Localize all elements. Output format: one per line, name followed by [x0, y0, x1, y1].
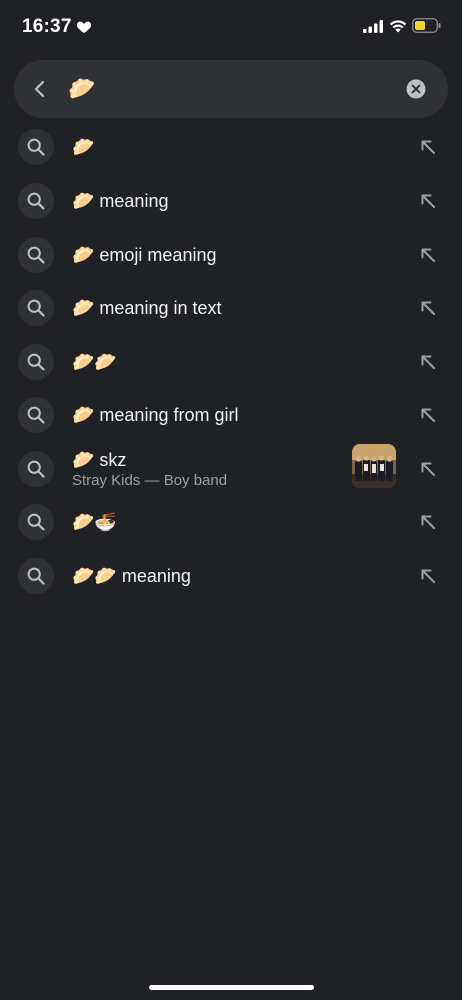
suggestion-subtitle: Stray Kids — Boy band	[72, 472, 228, 489]
arrow-up-left-icon[interactable]	[418, 298, 438, 318]
suggestion-item[interactable]: 🥟🥟 meaning	[0, 558, 462, 612]
heart-icon	[76, 21, 92, 33]
arrow-up-left-icon[interactable]	[418, 191, 438, 211]
arrow-up-left-icon[interactable]	[418, 352, 438, 372]
suggestion-text: 🥟 skz	[72, 450, 127, 470]
search-input[interactable]: 🥟	[68, 75, 95, 103]
suggestion-item[interactable]: 🥟 emoji meaning	[0, 237, 462, 291]
cellular-signal-icon	[363, 20, 383, 33]
battery-icon	[412, 18, 441, 33]
suggestion-text: 🥟🍜	[72, 512, 117, 532]
thumbnail-image	[352, 444, 396, 488]
arrow-up-left-icon[interactable]	[418, 245, 438, 265]
suggestion-text: 🥟 meaning from girl	[72, 405, 239, 425]
search-icon	[18, 183, 54, 219]
suggestion-text: 🥟🥟 meaning	[72, 566, 191, 586]
arrow-up-left-icon[interactable]	[418, 566, 438, 586]
suggestion-text: 🥟	[72, 137, 95, 157]
suggestion-item[interactable]: 🥟 meaning	[0, 183, 462, 237]
status-time: 16:37	[22, 16, 72, 37]
search-icon	[18, 344, 54, 380]
suggestion-item[interactable]: 🥟 meaning from girl	[0, 397, 462, 451]
wifi-icon	[389, 20, 407, 33]
status-bar: 16:37	[0, 0, 462, 56]
search-icon	[18, 129, 54, 165]
suggestion-item[interactable]: 🥟 skz Stray Kids — Boy band	[0, 444, 462, 505]
clear-circle-icon[interactable]	[406, 79, 426, 99]
search-icon	[18, 397, 54, 433]
suggestion-text: 🥟 meaning in text	[72, 298, 222, 318]
arrow-up-left-icon[interactable]	[418, 512, 438, 532]
search-icon	[18, 237, 54, 273]
home-indicator[interactable]	[149, 985, 314, 990]
suggestion-item[interactable]: 🥟	[0, 129, 462, 183]
search-icon	[18, 558, 54, 594]
suggestion-item[interactable]: 🥟 meaning in text	[0, 290, 462, 344]
arrow-up-left-icon[interactable]	[418, 137, 438, 157]
chevron-left-icon[interactable]	[30, 79, 50, 99]
search-icon	[18, 290, 54, 326]
suggestion-text: 🥟 emoji meaning	[72, 245, 217, 265]
arrow-up-left-icon[interactable]	[418, 459, 438, 479]
arrow-up-left-icon[interactable]	[418, 405, 438, 425]
search-icon	[18, 504, 54, 540]
suggestion-text: 🥟 meaning	[72, 191, 169, 211]
suggestion-text: 🥟🥟	[72, 352, 117, 372]
suggestion-item[interactable]: 🥟🍜	[0, 504, 462, 558]
search-icon	[18, 451, 54, 487]
suggestion-item[interactable]: 🥟🥟	[0, 344, 462, 398]
